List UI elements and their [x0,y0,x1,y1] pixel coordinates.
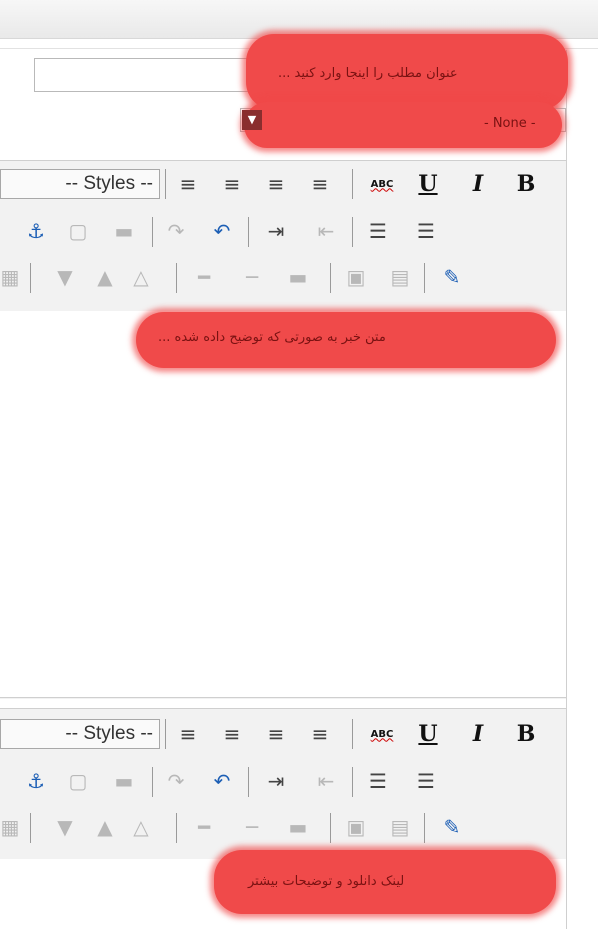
toolbar-separator [248,767,249,797]
redo-icon[interactable]: ↷ [160,217,192,245]
page-icon[interactable]: ▣ [340,813,372,841]
strikethrough-icon[interactable]: ━ [188,813,220,841]
toolbar-separator [165,169,166,199]
undo-icon[interactable]: ↶ [206,217,238,245]
toolbar-row-1: -- Styles -- ≡ ≡ ≡ ≡ ABC U I B [0,165,566,205]
format-clear-icon[interactable]: ▬ [282,263,314,291]
toolbar-separator [176,263,177,293]
toolbar-separator [152,217,153,247]
chevron-down-icon[interactable]: ▼ [242,110,262,130]
horizontal-rule-icon[interactable]: ─ [236,813,268,841]
toolbar-row-2: ⚓ ▢ ▬ ↷ ↶ ⇥ ⇤ ☰ ☰ [0,761,566,801]
superscript-alt-icon[interactable]: △ [126,263,156,291]
outdent-icon[interactable]: ⇤ [310,767,342,795]
styles-label: -- Styles -- [65,173,153,194]
toolbar-separator [330,813,331,843]
align-right-icon[interactable]: ≡ [214,720,250,748]
toolbar-separator [352,719,353,749]
bold-button[interactable]: B [508,170,544,198]
superscript-icon[interactable]: ▲ [90,813,120,841]
format-clear-icon[interactable]: ▬ [282,813,314,841]
toolbar-separator [352,767,353,797]
title-placeholder: عنوان مطلب را اینجا وارد کنید ... [278,66,458,81]
align-center-icon[interactable]: ≡ [258,170,294,198]
edit-html-icon[interactable]: ✎ [434,263,470,291]
toolbar-row-2: ⚓ ▢ ▬ ↷ ↶ ⇥ ⇤ ☰ ☰ [0,211,566,251]
styles-dropdown[interactable]: -- Styles -- [0,719,160,749]
second-editor-annotation: لینک دانلود و توضیحات بیشتر [248,874,405,889]
table-icon[interactable]: ▦ [0,263,20,291]
toolbar-separator [424,813,425,843]
toolbar-separator [30,263,31,293]
main-editor-annotation: متن خبر به صورتی که توضیح داده شده ... [158,330,386,345]
toolbar-separator [176,813,177,843]
subscript-icon[interactable]: ▼ [50,813,80,841]
subscript-icon[interactable]: ▼ [50,263,80,291]
toolbar-separator [30,813,31,843]
main-editor: -- Styles -- ≡ ≡ ≡ ≡ ABC U I B ⚓ ▢ ▬ ↷ ↶… [0,160,567,699]
numbered-list-icon[interactable]: ☰ [362,217,394,245]
align-left-icon[interactable]: ≡ [302,170,338,198]
toolbar-separator [152,767,153,797]
align-justify-icon[interactable]: ≡ [170,170,206,198]
toolbar-row-3: ▦ ▼ ▲ △ ━ ─ ▬ ▣ ▤ ✎ [0,807,566,847]
bold-button[interactable]: B [508,720,544,748]
edit-html-icon[interactable]: ✎ [434,813,470,841]
horizontal-rule-icon[interactable]: ─ [236,263,268,291]
outdent-icon[interactable]: ⇤ [310,217,342,245]
toolbar-separator [165,719,166,749]
bullet-list-icon[interactable]: ☰ [410,217,442,245]
italic-button[interactable]: I [460,170,496,198]
toolbar-row-3: ▦ ▼ ▲ △ ━ ─ ▬ ▣ ▤ ✎ [0,257,566,297]
toolbar-separator [248,217,249,247]
image-icon[interactable]: ▢ [62,217,94,245]
toolbar-separator [330,263,331,293]
page-icon[interactable]: ▣ [340,263,372,291]
spellcheck-button[interactable]: ABC [362,170,402,198]
anchor-icon[interactable]: ⚓ [20,217,52,245]
superscript-alt-icon[interactable]: △ [126,813,156,841]
superscript-icon[interactable]: ▲ [90,263,120,291]
category-selected-value: - None - [484,116,536,131]
unlink-icon[interactable]: ▬ [108,767,140,795]
indent-icon[interactable]: ⇥ [260,767,292,795]
unlink-icon[interactable]: ▬ [108,217,140,245]
numbered-list-icon[interactable]: ☰ [362,767,394,795]
underline-button[interactable]: U [410,170,446,198]
align-right-icon[interactable]: ≡ [214,170,250,198]
align-justify-icon[interactable]: ≡ [170,720,206,748]
anchor-icon[interactable]: ⚓ [20,767,52,795]
toolbar-row-1: -- Styles -- ≡ ≡ ≡ ≡ ABC U I B [0,715,566,755]
undo-icon[interactable]: ↶ [206,767,238,795]
table-icon[interactable]: ▦ [0,813,20,841]
underline-button[interactable]: U [410,720,446,748]
align-left-icon[interactable]: ≡ [302,720,338,748]
align-center-icon[interactable]: ≡ [258,720,294,748]
toolbar-separator [424,263,425,293]
code-icon[interactable]: ▤ [384,263,416,291]
styles-label: -- Styles -- [65,723,153,744]
image-icon[interactable]: ▢ [62,767,94,795]
code-icon[interactable]: ▤ [384,813,416,841]
italic-button[interactable]: I [460,720,496,748]
styles-dropdown[interactable]: -- Styles -- [0,169,160,199]
main-editor-content[interactable] [0,311,566,698]
toolbar-separator [352,217,353,247]
toolbar-separator [352,169,353,199]
bullet-list-icon[interactable]: ☰ [410,767,442,795]
spellcheck-button[interactable]: ABC [362,720,402,748]
indent-icon[interactable]: ⇥ [260,217,292,245]
strikethrough-icon[interactable]: ━ [188,263,220,291]
redo-icon[interactable]: ↷ [160,767,192,795]
